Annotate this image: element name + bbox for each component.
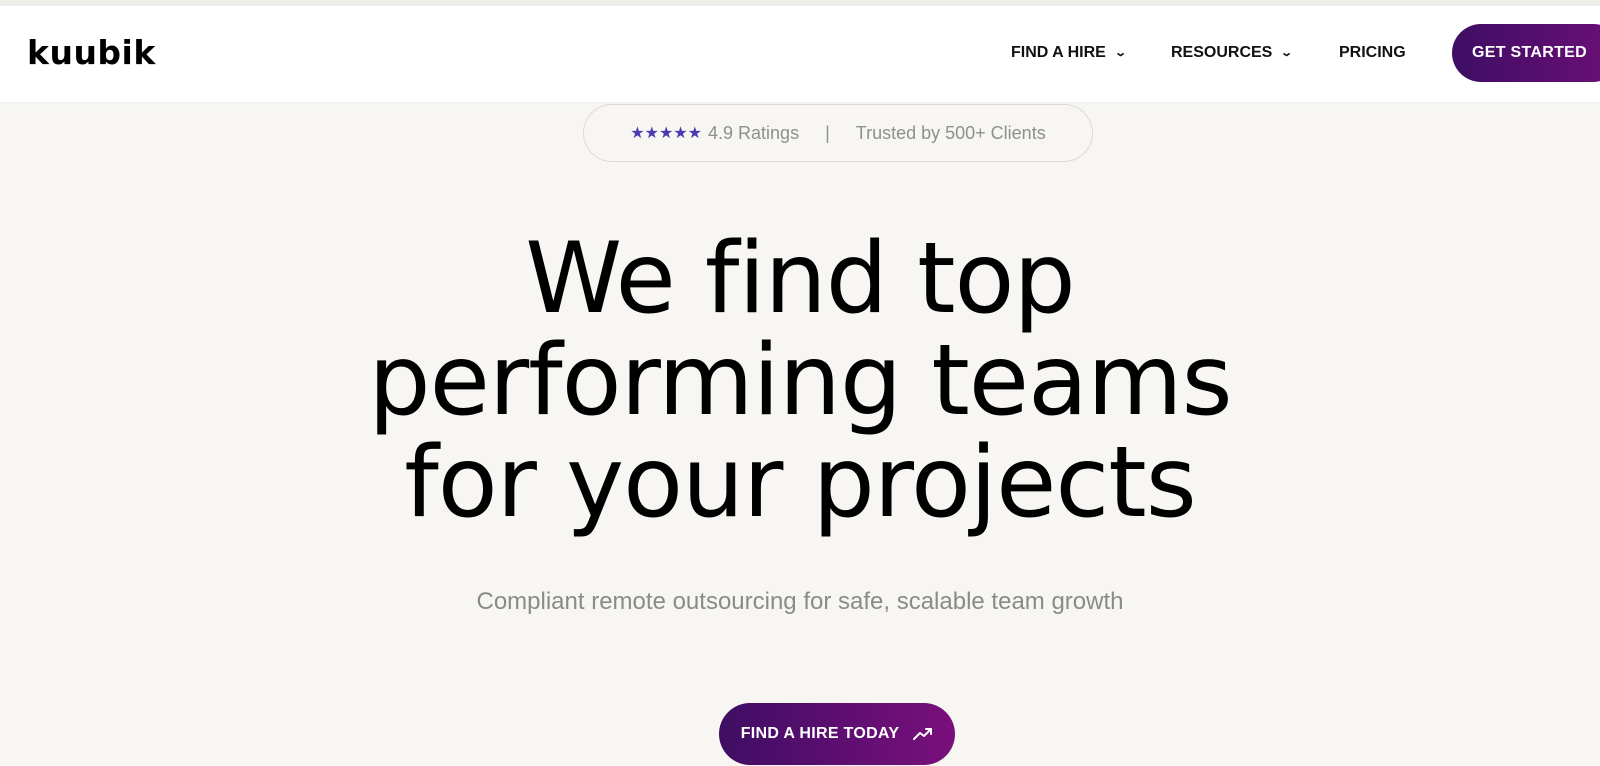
- hero-subtitle: Compliant remote outsourcing for safe, s…: [476, 588, 1124, 615]
- ratings-badge: ★★★★★ 4.9 Ratings | Trusted by 500+ Clie…: [583, 104, 1093, 162]
- ratings-separator: |: [825, 122, 830, 143]
- chevron-down-icon: ⌄: [1280, 47, 1294, 59]
- get-started-label: GET STARTED: [1472, 44, 1588, 61]
- hero-title-line: performing teams: [368, 324, 1232, 438]
- nav-resources-label: RESOURCES: [1171, 44, 1273, 61]
- star-rating-icon: ★★★★★: [630, 125, 703, 142]
- get-started-button[interactable]: GET STARTED: [1452, 24, 1600, 82]
- nav-pricing[interactable]: PRICING: [1339, 43, 1406, 63]
- nav-find-a-hire-label: FIND A HIRE: [1011, 44, 1106, 61]
- nav-pricing-label: PRICING: [1339, 44, 1406, 61]
- nav-resources[interactable]: RESOURCES ⌄: [1171, 43, 1294, 63]
- hero-title-line: for your projects: [404, 426, 1197, 540]
- nav-find-a-hire[interactable]: FIND A HIRE ⌄: [1011, 43, 1127, 63]
- hero-title: We find top performing teams for your pr…: [0, 228, 1600, 534]
- brand-logo[interactable]: kuubik: [27, 33, 156, 73]
- find-a-hire-today-button[interactable]: FIND A HIRE TODAY: [719, 703, 955, 765]
- trusted-clients-text: Trusted by 500+ Clients: [855, 122, 1046, 143]
- hero-title-line: We find top: [525, 222, 1075, 336]
- find-a-hire-today-label: FIND A HIRE TODAY: [740, 725, 900, 742]
- trending-up-icon: [913, 728, 933, 740]
- rating-text: 4.9 Ratings: [708, 122, 800, 143]
- navbar: kuubik FIND A HIRE ⌄ RESOURCES ⌄ PRICING…: [0, 6, 1600, 102]
- chevron-down-icon: ⌄: [1113, 47, 1127, 59]
